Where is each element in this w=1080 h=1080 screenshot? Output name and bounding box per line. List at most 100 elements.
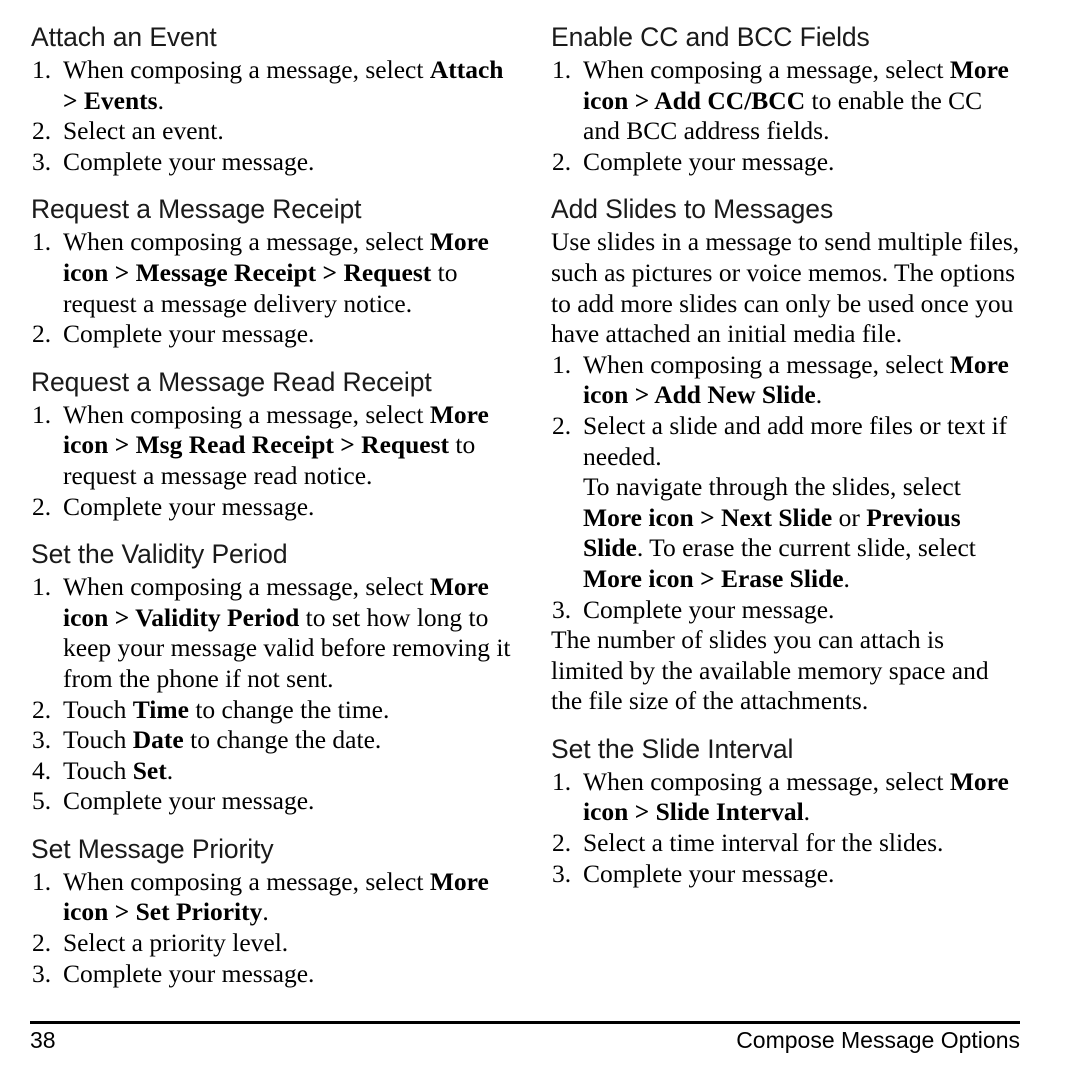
body-text: Complete your message. (63, 319, 315, 349)
step-text: Select an event. (63, 116, 518, 147)
body-text: . (803, 797, 811, 827)
step-number: 3. (552, 858, 572, 888)
step-text: When composing a message, select Attach … (63, 55, 518, 116)
step-list: 1. When composing a message, select More … (31, 867, 518, 989)
body-text: Touch (63, 694, 133, 724)
step-item: 1. When composing a message, select More … (551, 767, 1022, 828)
step-text: When composing a message, select More ic… (583, 767, 1022, 828)
footer-divider (30, 1021, 1020, 1024)
step-text: Touch Time to change the time. (63, 695, 518, 726)
step-number: 1. (32, 399, 52, 429)
page-number: 38 (30, 1027, 56, 1053)
step-item: 2. Touch Time to change the time. (31, 695, 518, 726)
body-text: Complete your message. (63, 146, 315, 176)
section-heading: Enable CC and BCC Fields (551, 22, 870, 52)
step-text: When composing a message, select More ic… (63, 867, 518, 928)
doc-section: Set the Slide Interval 1. When composing a… (551, 734, 1022, 889)
step-item: 2. Select an event. (31, 116, 518, 147)
step-text: Complete your message. (583, 859, 1022, 890)
step-number: 1. (32, 55, 52, 84)
body-text: Complete your message. (583, 858, 835, 888)
step-number: 2. (32, 116, 52, 146)
step-text: Touch Set. (63, 756, 518, 787)
manual-page: Attach an Event 1. When composing a messag… (0, 0, 1080, 1080)
step-item: 3. Touch Date to change the date. (31, 725, 518, 756)
body-text: When composing a message, select (583, 55, 950, 84)
step-list: 1. When composing a message, select More … (551, 55, 1022, 177)
body-text: to change the date. (183, 725, 382, 755)
body-text: When composing a message, select (63, 227, 430, 257)
page-columns: Attach an Event 1. When composing a messag… (0, 22, 1080, 1006)
section-heading: Attach an Event (31, 22, 217, 52)
step-number: 2. (32, 491, 52, 521)
section-heading: Set the Validity Period (31, 539, 288, 570)
step-item: 5. Complete your message. (31, 786, 518, 817)
step-text: Select a time interval for the slides. (583, 828, 1022, 859)
step-item: 2. Complete your message. (31, 492, 518, 523)
step-list: 1. When composing a message, select More … (31, 227, 518, 349)
step-text: When composing a message, select More ic… (63, 227, 518, 319)
step-text: Complete your message. (63, 786, 518, 817)
page-footer: 38 Compose Message Options (30, 1026, 1020, 1054)
step-item: 2. Complete your message. (551, 147, 1022, 178)
body-text: Touch (63, 725, 133, 755)
step-text: Complete your message. (63, 492, 518, 523)
section-heading: Request a Message Read Receipt (31, 366, 432, 397)
emphasis-text: More icon > Next Slide (583, 502, 833, 532)
body-text: Select a slide and add more files or tex… (583, 410, 1008, 471)
body-text: Complete your message. (63, 491, 315, 521)
step-item: 1. When composing a message, select More … (31, 400, 518, 492)
step-item: 2. Select a time interval for the slides. (551, 828, 1022, 859)
body-text: When composing a message, select (63, 866, 430, 896)
step-item: 2. Select a priority level. (31, 928, 518, 959)
step-list: 1. When composing a message, select Attac… (31, 55, 518, 177)
body-text: Select a time interval for the slides. (583, 828, 944, 858)
body-text: . (157, 85, 164, 115)
doc-section: Enable CC and BCC Fields 1. When composing… (551, 22, 1022, 177)
step-sub-paragraph: To navigate through the slides, select M… (583, 472, 1022, 594)
step-number: 3. (32, 725, 52, 755)
step-number: 1. (32, 227, 52, 257)
emphasis-text: Time (132, 694, 189, 724)
step-item: 2. Complete your message. (31, 319, 518, 350)
step-text: Complete your message. (583, 595, 1022, 626)
step-list: 1. When composing a message, select More … (551, 767, 1022, 889)
section-outro-paragraph: The number of slides you can attach is l… (551, 625, 989, 716)
step-list: 1. When composing a message, select More … (31, 572, 518, 817)
body-text: When composing a message, select (63, 55, 430, 84)
section-heading: Set Message Priority (31, 833, 274, 864)
body-text: When composing a message, select (63, 399, 430, 429)
emphasis-text: More icon > Erase Slide (583, 563, 844, 593)
step-number: 3. (552, 594, 572, 624)
step-text: When composing a message, select More ic… (63, 400, 518, 492)
step-item: 1. When composing a message, select More … (31, 227, 518, 319)
body-text: or (832, 502, 867, 532)
step-text: Complete your message. (583, 147, 1022, 178)
step-text: Complete your message. (63, 959, 518, 990)
body-text: Complete your message. (583, 594, 835, 624)
step-text: Complete your message. (63, 147, 518, 178)
section-intro-paragraph: Use slides in a message to send multiple… (551, 227, 1020, 349)
step-item: 3. Complete your message. (31, 959, 518, 990)
step-list: 1. When composing a message, select More … (551, 350, 1022, 625)
step-number: 1. (32, 572, 52, 602)
body-text: Select an event. (63, 116, 224, 146)
body-text: . (843, 563, 850, 593)
step-number: 2. (32, 928, 52, 958)
step-number: 2. (32, 319, 52, 349)
body-text: . To erase the current slide, select (636, 533, 976, 563)
step-number: 2. (32, 694, 52, 724)
step-item: 3. Complete your message. (551, 859, 1022, 890)
body-text: Complete your message. (63, 786, 315, 816)
section-heading: Request a Message Receipt (31, 194, 362, 225)
step-text: When composing a message, select More ic… (583, 55, 1022, 147)
doc-section: Request a Message Receipt 1. When composin… (31, 194, 518, 349)
body-text: Complete your message. (63, 958, 315, 988)
step-item: 3. Complete your message. (31, 147, 518, 178)
step-item: 1. When composing a message, select More … (551, 350, 1022, 411)
step-text: When composing a message, select More ic… (63, 572, 518, 694)
step-list: 1. When composing a message, select More … (31, 400, 518, 522)
section-heading: Add Slides to Messages (551, 194, 834, 225)
step-number: 2. (552, 410, 572, 440)
body-text: . (166, 755, 174, 785)
